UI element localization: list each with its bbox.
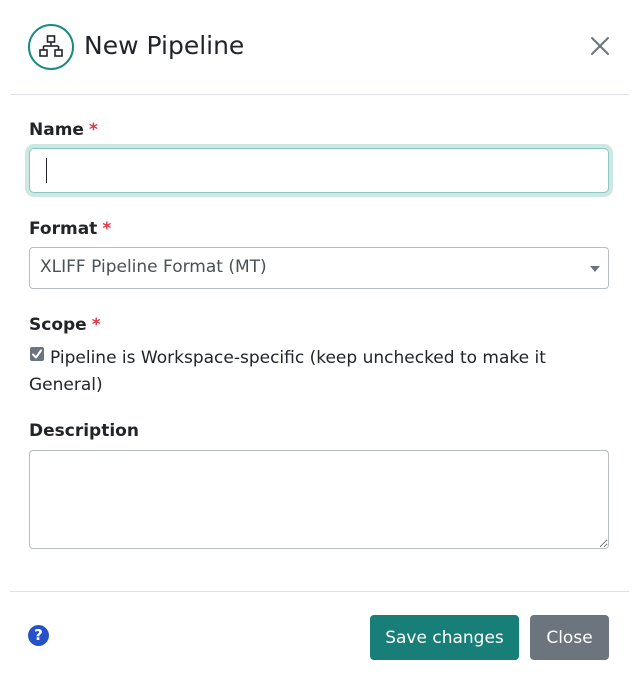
name-input[interactable] bbox=[29, 148, 609, 193]
name-label: Name * bbox=[29, 120, 98, 140]
dialog-footer: ? Save changes Close bbox=[10, 591, 629, 679]
scope-checkbox[interactable] bbox=[30, 347, 44, 361]
required-marker: * bbox=[91, 315, 101, 335]
format-selected-value: XLIFF Pipeline Format (MT) bbox=[40, 257, 267, 277]
save-changes-button[interactable]: Save changes bbox=[370, 615, 519, 660]
new-pipeline-dialog: New Pipeline Name * Format * XLIFF Pipelin… bbox=[0, 0, 640, 679]
scope-checkbox-label[interactable]: Pipeline is Workspace-specific (keep unc… bbox=[29, 345, 589, 399]
format-label: Format * bbox=[29, 219, 112, 239]
scope-label: Scope * bbox=[29, 315, 101, 335]
dialog-title: New Pipeline bbox=[84, 31, 245, 60]
close-button[interactable]: Close bbox=[530, 615, 609, 660]
help-icon[interactable]: ? bbox=[28, 625, 49, 646]
description-textarea[interactable] bbox=[29, 450, 609, 549]
description-label: Description bbox=[29, 421, 139, 441]
dialog-header: New Pipeline bbox=[10, 0, 629, 95]
network-icon bbox=[28, 24, 74, 70]
text-cursor bbox=[46, 158, 47, 183]
dropdown-arrow-icon bbox=[590, 266, 600, 272]
required-marker: * bbox=[102, 219, 112, 239]
required-marker: * bbox=[88, 120, 98, 140]
close-icon[interactable] bbox=[589, 35, 611, 57]
format-select[interactable]: XLIFF Pipeline Format (MT) bbox=[29, 247, 609, 289]
